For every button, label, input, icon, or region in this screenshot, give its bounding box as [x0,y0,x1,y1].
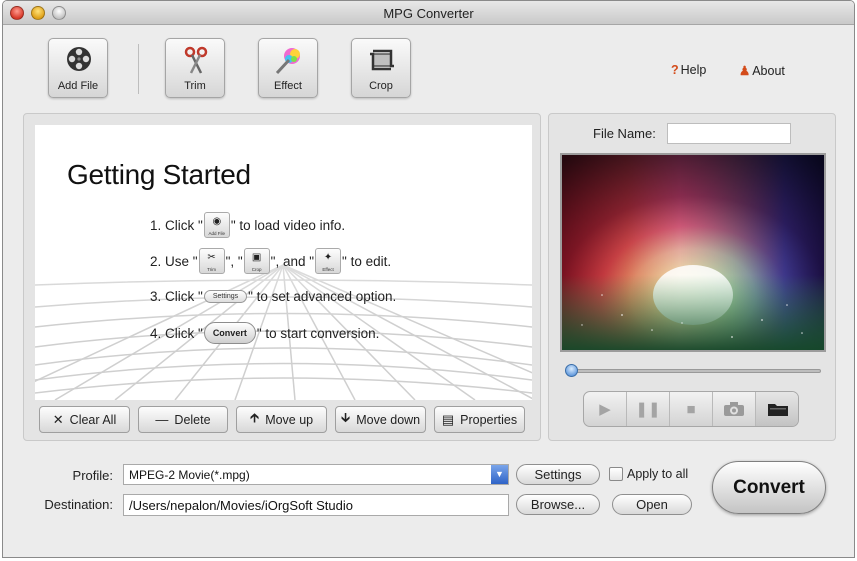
mini-effect-label: Effect [322,267,334,272]
about-link[interactable]: ♟ About [739,63,785,78]
scissors-icon [184,46,208,74]
step-3-suffix: " to set advanced option. [248,289,397,304]
getting-started-title: Getting Started [67,159,251,190]
destination-label: Destination: [44,497,113,512]
crop-button[interactable]: Crop [351,38,411,98]
person-icon: ♟ [739,64,751,78]
chevron-down-icon[interactable]: ▼ [491,465,508,484]
title-bar: MPG Converter [3,1,854,25]
getting-started-area[interactable]: Getting Started 1. Click " ◉ Add File " t… [35,125,532,400]
mini-trim-label: Trim [207,267,216,272]
move-up-label: Move up [265,412,314,427]
trim-label: Trim [184,80,206,92]
about-label: About [752,64,785,78]
crop-label: Crop [369,80,393,92]
clear-all-label: Clear All [69,412,117,427]
effect-label: Effect [274,80,302,92]
arrow-up-icon: 🡱 [249,409,260,425]
document-icon: ▤ [441,411,455,427]
convert-button[interactable]: Convert [712,461,826,514]
settings-button[interactable]: Settings [516,464,600,485]
trim-button[interactable]: Trim [165,38,225,98]
arrow-down-icon: 🡳 [340,409,351,425]
file-name-input[interactable] [667,123,791,144]
step-4-suffix: " to start conversion. [256,325,380,341]
x-icon: ✕ [52,411,64,427]
mini-effect-icon: ✦ Effect [315,248,342,274]
step-3-prefix: 3. Click " [150,289,203,304]
magic-wand-icon [275,48,300,75]
mini-trim-icon: ✂ Trim [198,248,225,274]
step-4-prefix: 4. Click " [150,325,203,341]
step-4: 4. Click " Convert " to start conversion… [150,322,379,344]
mini-settings-button: Settings [203,290,248,303]
step-1: 1. Click " ◉ Add File " to load video inf… [150,212,345,238]
step-3: 3. Click " Settings " to set advanced op… [150,289,396,304]
apply-to-all-label: Apply to all [627,467,689,481]
app-window: MPG Converter Add File Trim Effect Crop … [2,0,855,558]
folder-icon[interactable] [756,392,798,426]
folder-glyph [768,404,788,416]
profile-value: MPEG-2 Movie(*.mpg) [129,468,250,482]
file-list-panel: Getting Started 1. Click " ◉ Add File " t… [23,113,541,441]
minus-icon: — [155,412,169,427]
mini-crop-icon: ▣ Crop [243,248,270,274]
clear-all-button[interactable]: ✕ Clear All [39,406,130,433]
camera-glyph [724,402,744,416]
destination-input[interactable] [123,494,509,516]
step-1-suffix: " to load video info. [230,217,346,233]
add-file-label: Add File [57,80,99,92]
properties-button[interactable]: ▤ Properties [434,406,525,433]
help-link[interactable]: ? Help [671,63,706,77]
profile-label: Profile: [72,468,113,483]
effect-button[interactable]: Effect [258,38,318,98]
help-icon: ? [671,63,679,77]
preview-image [562,155,824,350]
file-name-label: File Name: [593,126,656,141]
properties-label: Properties [460,412,518,427]
stop-icon[interactable]: ■ [670,392,713,426]
browse-button[interactable]: Browse... [516,494,600,515]
mini-convert-button: Convert [203,322,256,344]
delete-button[interactable]: — Delete [138,406,228,433]
film-reel-icon [67,47,91,71]
help-label: Help [680,63,707,77]
player-controls: ▶ ❚❚ ■ [583,391,799,427]
step-2-sep2: ", and " [270,253,315,269]
step-1-prefix: 1. Click " [150,217,203,233]
profile-select[interactable]: MPEG-2 Movie(*.mpg) ▼ [123,464,509,485]
add-file-button[interactable]: Add File [48,38,108,98]
play-icon[interactable]: ▶ [584,392,627,426]
step-2: 2. Use " ✂ Trim ", " ▣ Crop ", and " ✦ Effe… [150,248,391,274]
move-down-button[interactable]: 🡳 Move down [335,406,426,433]
seek-slider[interactable] [567,369,821,373]
toolbar-separator [138,44,139,94]
step-2-prefix: 2. Use " [150,253,198,269]
window-title: MPG Converter [383,6,474,21]
move-down-label: Move down [356,412,421,427]
preview-panel: File Name: ▶ ❚❚ ■ [548,113,836,441]
step-2-sep1: ", " [225,253,243,269]
crop-icon [370,49,394,71]
seek-slider-knob[interactable] [565,364,578,377]
video-preview [560,153,826,352]
camera-icon[interactable] [713,392,756,426]
open-button[interactable]: Open [612,494,692,515]
move-up-button[interactable]: 🡱 Move up [236,406,327,433]
mini-add-file-label: Add File [208,231,226,236]
pause-icon[interactable]: ❚❚ [627,392,670,426]
apply-to-all-checkbox[interactable] [609,467,623,481]
step-2-suffix: " to edit. [342,253,392,269]
mini-add-file-icon: ◉ Add File [203,212,230,238]
mini-crop-label: Crop [251,267,262,272]
delete-label: Delete [174,412,211,427]
